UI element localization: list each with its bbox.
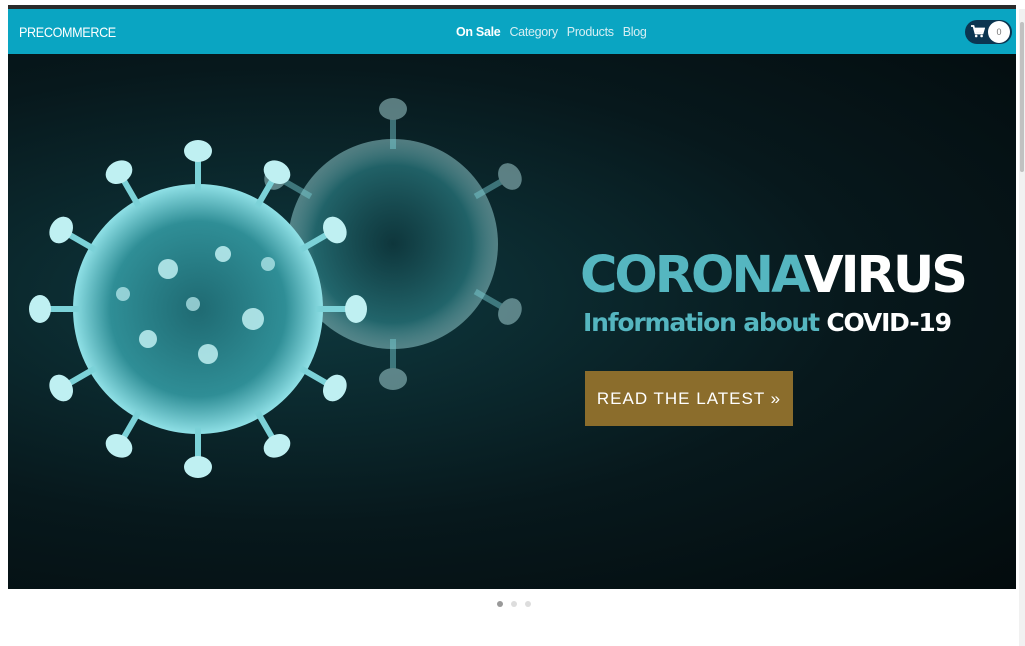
nav-link-on-sale[interactable]: On Sale bbox=[456, 25, 501, 39]
hero-headline: CORONAVIRUS bbox=[580, 246, 968, 306]
nav-links: On Sale Category Products Blog bbox=[456, 9, 647, 54]
navbar: PRECOMMERCE On Sale Category Products Bl… bbox=[8, 9, 1016, 54]
read-latest-button[interactable]: READ THE LATEST » bbox=[585, 371, 793, 426]
carousel-indicators bbox=[497, 601, 531, 607]
carousel-dot-3[interactable] bbox=[525, 601, 531, 607]
cart-count-badge: 0 bbox=[988, 21, 1010, 43]
hero-banner: CORONAVIRUS Information about COVID-19 R… bbox=[8, 54, 1016, 589]
subline-part-info: Information about bbox=[583, 308, 820, 337]
nav-link-products[interactable]: Products bbox=[567, 25, 614, 39]
cart-button[interactable]: 0 bbox=[965, 20, 1012, 44]
scrollbar-thumb[interactable] bbox=[1020, 22, 1024, 172]
coronavirus-illustration bbox=[29, 98, 527, 478]
nav-link-blog[interactable]: Blog bbox=[623, 25, 647, 39]
brand-logo[interactable]: PRECOMMERCE bbox=[19, 9, 116, 54]
carousel-dot-1[interactable] bbox=[497, 601, 503, 607]
subline-part-covid: COVID-19 bbox=[826, 308, 952, 337]
nav-link-category[interactable]: Category bbox=[509, 25, 558, 39]
hero-subheadline: Information about COVID-19 bbox=[583, 308, 952, 337]
cart-icon bbox=[971, 25, 986, 43]
carousel-dot-2[interactable] bbox=[511, 601, 517, 607]
headline-part-virus: VIRUS bbox=[804, 246, 968, 305]
headline-part-corona: CORONA bbox=[580, 246, 807, 305]
